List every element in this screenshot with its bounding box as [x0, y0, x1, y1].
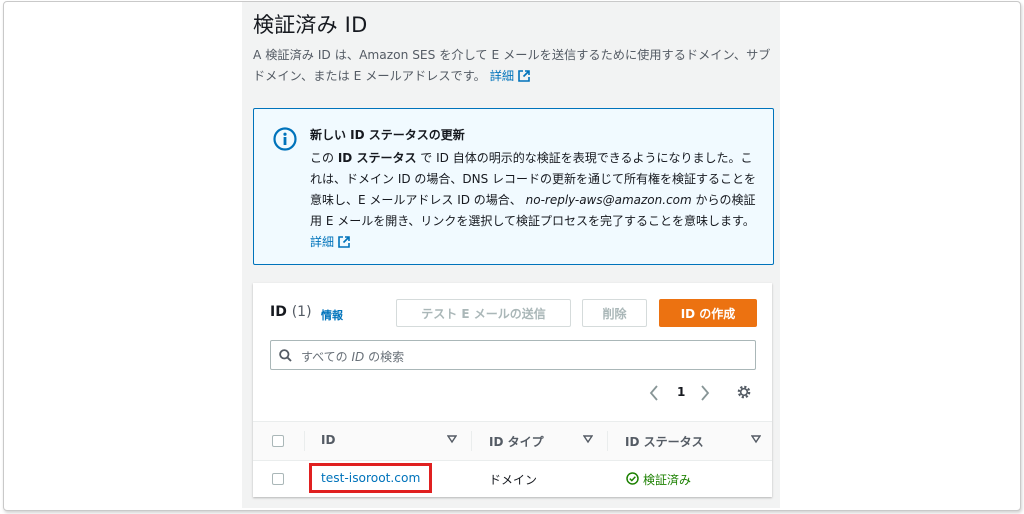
- flash-learn-more-label: 詳細: [310, 235, 335, 249]
- table-row: test-isoroot.com ドメイン 検証済み: [253, 460, 772, 497]
- delete-button[interactable]: 削除: [582, 299, 647, 327]
- search-placeholder-pre: すべての: [301, 350, 348, 364]
- search-input[interactable]: すべての ID の検索: [270, 340, 756, 370]
- page-description: A 検証済み ID は、Amazon SES を介して E メールを送信するため…: [253, 45, 773, 87]
- search-placeholder-em: ID: [351, 350, 365, 364]
- identity-link[interactable]: test-isoroot.com: [309, 463, 433, 493]
- column-header-status[interactable]: ID ステータス: [625, 433, 704, 450]
- column-divider: [471, 431, 472, 451]
- column-divider: [607, 431, 608, 451]
- info-link[interactable]: 情報: [321, 307, 343, 323]
- flash-body-email: no-reply-aws@amazon.com: [525, 193, 692, 207]
- send-test-email-button[interactable]: テスト E メールの送信: [396, 299, 571, 327]
- previous-page-icon[interactable]: [649, 385, 659, 401]
- learn-more-label: 詳細: [489, 69, 515, 83]
- flash-body-bold: ID ステータス: [337, 151, 417, 165]
- column-header-type[interactable]: ID タイプ: [489, 433, 544, 450]
- next-page-icon[interactable]: [700, 385, 710, 401]
- flash-body: この ID ステータス で ID 自体の明示的な検証を表現できるようになりました…: [310, 148, 760, 253]
- flash-body-text-1: この: [310, 151, 335, 165]
- info-flashbar: 新しい ID ステータスの更新 この ID ステータス で ID 自体の明示的な…: [253, 108, 774, 265]
- page-title: 検証済み ID: [253, 13, 368, 37]
- table-header: ID ID タイプ ID ステータス: [253, 421, 772, 461]
- column-divider: [304, 431, 305, 451]
- create-identity-button[interactable]: ID の作成: [659, 299, 757, 327]
- sort-icon[interactable]: [447, 434, 457, 444]
- row-checkbox[interactable]: [272, 473, 284, 485]
- verified-check-icon: [626, 472, 639, 485]
- settings-gear-icon[interactable]: [736, 384, 752, 400]
- search-placeholder: すべての ID の検索: [301, 348, 404, 365]
- sort-icon[interactable]: [751, 434, 761, 444]
- current-page[interactable]: 1: [677, 385, 685, 399]
- identity-count: (1): [291, 304, 312, 320]
- column-header-id[interactable]: ID: [321, 433, 335, 447]
- flash-title: 新しい ID ステータスの更新: [310, 128, 465, 142]
- info-icon: [273, 127, 297, 151]
- identity-status: 検証済み: [643, 473, 692, 487]
- search-placeholder-post: の検索: [368, 350, 405, 364]
- flash-learn-more-link[interactable]: 詳細: [310, 235, 350, 249]
- learn-more-link[interactable]: 詳細: [490, 69, 530, 83]
- identities-panel: ID (1) 情報 テスト E メールの送信 削除 ID の作成 すべての ID…: [253, 283, 772, 497]
- sort-icon[interactable]: [583, 434, 593, 444]
- panel-title-text: ID: [270, 304, 287, 320]
- external-link-icon: [518, 70, 530, 82]
- select-all-checkbox[interactable]: [272, 435, 284, 447]
- panel-title: ID (1): [270, 304, 312, 320]
- search-icon: [279, 349, 292, 362]
- identity-type: ドメイン: [489, 473, 538, 487]
- external-link-icon: [338, 236, 350, 248]
